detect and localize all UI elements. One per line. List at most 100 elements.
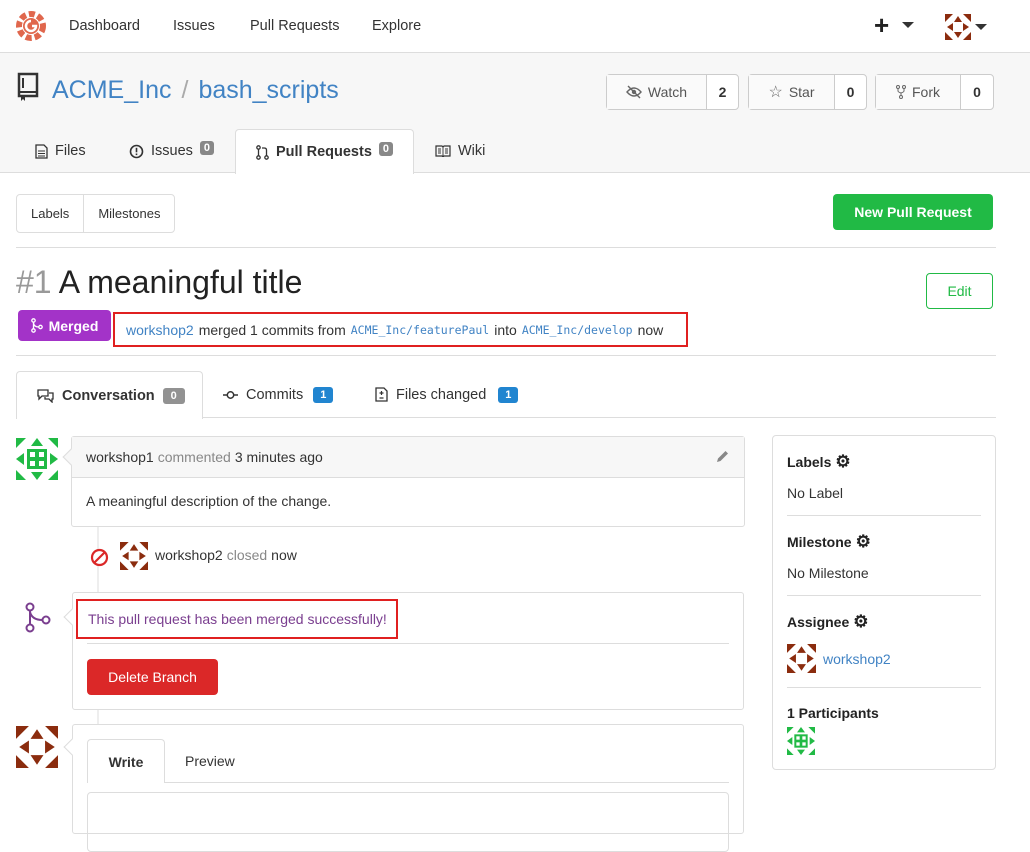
star-button[interactable]: ☆ Star [749, 75, 835, 109]
comment-header: workshop1 commented 3 minutes ago [72, 437, 744, 478]
into-text: into [494, 321, 517, 338]
repo-header: ACME_Inc / bash_scripts Watch 2 ☆ Star 0 F… [0, 53, 1030, 174]
labels-button[interactable]: Labels [17, 195, 85, 232]
path-separator: / [181, 76, 189, 104]
merge-icon [30, 318, 43, 333]
tab-wiki-label: Wiki [458, 143, 486, 159]
milestone-header[interactable]: Milestone ⚙ [787, 532, 871, 552]
pull-request-icon [256, 144, 269, 160]
divider [16, 247, 996, 248]
create-new-dropdown[interactable]: + [874, 12, 915, 38]
tab-files-changed[interactable]: Files changed 1 [375, 371, 519, 418]
tab-preview[interactable]: Preview [185, 753, 235, 769]
nav-pull-requests[interactable]: Pull Requests [250, 18, 339, 34]
avatar[interactable] [787, 727, 815, 755]
merge-text: merged 1 commits from [198, 321, 346, 338]
issues-count-badge: 0 [199, 141, 215, 155]
watch-count[interactable]: 2 [707, 75, 738, 109]
assignee-link[interactable]: workshop2 [823, 651, 891, 667]
delete-branch-button[interactable]: Delete Branch [87, 659, 218, 695]
comments-icon [37, 388, 54, 403]
pr-title-text: A meaningful title [58, 264, 303, 300]
repo-name-link[interactable]: bash_scripts [198, 76, 338, 104]
to-branch-link[interactable]: ACME_Inc/develop [522, 323, 633, 337]
labels-milestones-group: Labels Milestones [16, 194, 176, 233]
star-label: Star [788, 84, 815, 100]
tab-issues[interactable]: Issues 0 [129, 129, 215, 173]
avatar [16, 726, 58, 768]
participants-title: 1 Participants [787, 705, 879, 721]
nav-dashboard[interactable]: Dashboard [69, 18, 140, 34]
tab-files[interactable]: Files [35, 129, 86, 173]
page-title: #1 A meaningful title [16, 264, 302, 301]
divider [787, 515, 981, 516]
star-count[interactable]: 0 [835, 75, 866, 109]
merge-success-message: This pull request has been merged succes… [76, 599, 398, 639]
issue-icon [129, 144, 144, 158]
gear-icon[interactable]: ⚙ [835, 452, 850, 472]
labels-header[interactable]: Labels ⚙ [787, 452, 851, 472]
tab-commits[interactable]: Commits 1 [223, 371, 334, 418]
tab-wiki[interactable]: Wiki [435, 129, 485, 173]
divider [16, 355, 996, 356]
closed-event: workshop2 closed now [155, 547, 297, 563]
labels-title: Labels [787, 454, 832, 470]
comment-action: commented [157, 449, 231, 465]
comment-author-link[interactable]: workshop1 [86, 449, 154, 465]
status-badge: Merged [18, 310, 111, 341]
fork-icon [896, 85, 906, 99]
repo-owner-link[interactable]: ACME_Inc [52, 76, 171, 104]
new-pull-request-button[interactable]: New Pull Request [833, 194, 993, 230]
event-time: now [271, 547, 297, 563]
milestone-value: No Milestone [787, 565, 869, 581]
conversation-count-badge: 0 [162, 387, 185, 404]
commits-count-badge: 1 [313, 386, 334, 403]
gear-icon[interactable]: ⚙ [856, 532, 871, 552]
merge-user-link[interactable]: workshop2 [126, 322, 194, 338]
pr-number: #1 [16, 264, 52, 300]
edit-comment-button[interactable] [715, 449, 730, 467]
chevron-down-icon [902, 22, 915, 28]
merge-icon [25, 602, 51, 633]
tab-pull-requests[interactable]: Pull Requests 0 [235, 129, 414, 174]
merge-box-divider [87, 643, 729, 644]
tab-conversation-label: Conversation [62, 387, 155, 404]
comment-body: A meaningful description of the change. [86, 493, 332, 509]
eye-slash-icon [625, 85, 642, 99]
star-icon: ☆ [768, 84, 783, 101]
pencil-icon [717, 451, 728, 462]
watch-label: Watch [647, 84, 688, 100]
repo-title: ACME_Inc / bash_scripts [52, 76, 339, 105]
milestones-button[interactable]: Milestones [84, 195, 174, 232]
file-diff-icon [375, 387, 388, 402]
event-action: closed [226, 547, 268, 563]
avatar [945, 14, 971, 40]
book-icon [435, 145, 451, 157]
closed-circle-icon [90, 548, 109, 567]
nav-explore[interactable]: Explore [372, 18, 421, 34]
tab-files-changed-label: Files changed [396, 386, 487, 403]
star-button-group: ☆ Star 0 [748, 74, 867, 110]
event-user-link[interactable]: workshop2 [155, 547, 223, 563]
assignee-header[interactable]: Assignee ⚙ [787, 612, 869, 632]
edit-title-button[interactable]: Edit [926, 273, 993, 309]
assignee-item[interactable]: workshop2 [787, 644, 891, 673]
fork-button[interactable]: Fork [876, 75, 961, 109]
user-menu-dropdown[interactable] [945, 14, 987, 40]
comment-textarea[interactable] [87, 792, 729, 852]
milestone-title: Milestone [787, 534, 852, 550]
status-badge-label: Merged [48, 317, 99, 334]
watch-button[interactable]: Watch [607, 75, 707, 109]
files-changed-count-badge: 1 [498, 386, 519, 403]
fork-count[interactable]: 0 [961, 75, 993, 109]
nav-issues[interactable]: Issues [173, 18, 215, 34]
gear-icon[interactable]: ⚙ [853, 612, 868, 632]
tab-write[interactable]: Write [87, 739, 165, 783]
avatar [787, 644, 816, 673]
pr-sidebar: Labels ⚙ No Label Milestone ⚙ No Milesto… [772, 435, 996, 770]
tab-pull-requests-label: Pull Requests [276, 144, 372, 160]
from-branch-link[interactable]: ACME_Inc/featurePaul [351, 323, 489, 337]
tab-conversation[interactable]: Conversation 0 [16, 371, 203, 419]
gitea-logo-icon[interactable] [16, 11, 46, 41]
merge-info: workshop2 merged 1 commits from ACME_Inc… [113, 312, 688, 347]
